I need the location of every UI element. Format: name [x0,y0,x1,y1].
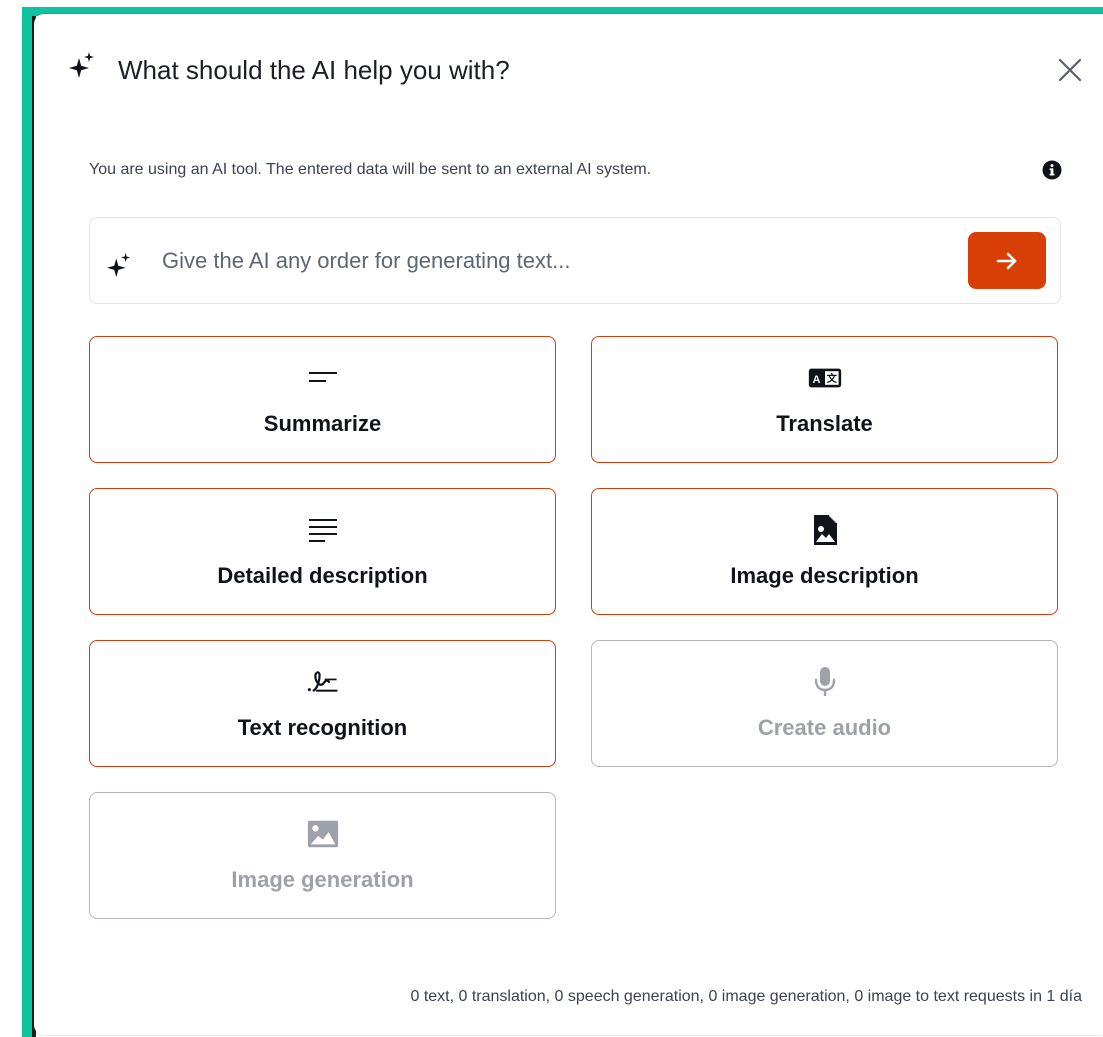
option-detailed-description[interactable]: Detailed description [89,488,556,615]
option-text-recognition[interactable]: Text recognition [89,640,556,767]
dialog-title: What should the AI help you with? [118,55,510,85]
close-icon [1058,58,1082,82]
sparkle-icon [68,50,98,80]
option-label: Detailed description [217,563,428,588]
long-text-icon [306,513,340,547]
translate-icon: A 文 [808,361,842,395]
option-label: Summarize [263,411,382,436]
arrow-right-icon [996,252,1017,270]
option-label: Translate [776,411,873,436]
sparkle-icon [106,251,134,279]
svg-text:文: 文 [825,372,837,385]
option-label: Image generation [231,867,414,892]
dialog-header: What should the AI help you with? [34,14,1103,124]
option-label: Create audio [757,715,892,740]
info-icon[interactable] [1042,160,1062,180]
option-label: Image description [730,563,919,588]
image-file-icon [808,513,842,547]
signature-icon [306,665,340,699]
option-translate[interactable]: A 文 Translate [591,336,1058,463]
ai-assistant-dialog: What should the AI help you with? You ar… [34,14,1103,1035]
microphone-icon [808,665,842,699]
focus-outline-left [22,7,32,1037]
option-summarize[interactable]: Summarize [89,336,556,463]
ai-disclaimer-text: You are using an AI tool. The entered da… [89,161,652,178]
short-text-icon [306,361,340,395]
image-icon [306,817,340,851]
option-create-audio: Create audio [591,640,1058,767]
svg-text:A: A [812,374,820,386]
screen: What should the AI help you with? You ar… [0,0,1103,1037]
close-button[interactable] [1054,54,1086,86]
usage-quota-text: 0 text, 0 translation, 0 speech generati… [410,988,1082,1005]
ai-prompt-box [89,217,1061,304]
submit-prompt-button[interactable] [968,232,1046,289]
option-image-description[interactable]: Image description [591,488,1058,615]
option-label: Text recognition [237,715,408,740]
ai-prompt-input[interactable] [160,240,954,282]
option-image-generation: Image generation [89,792,556,919]
